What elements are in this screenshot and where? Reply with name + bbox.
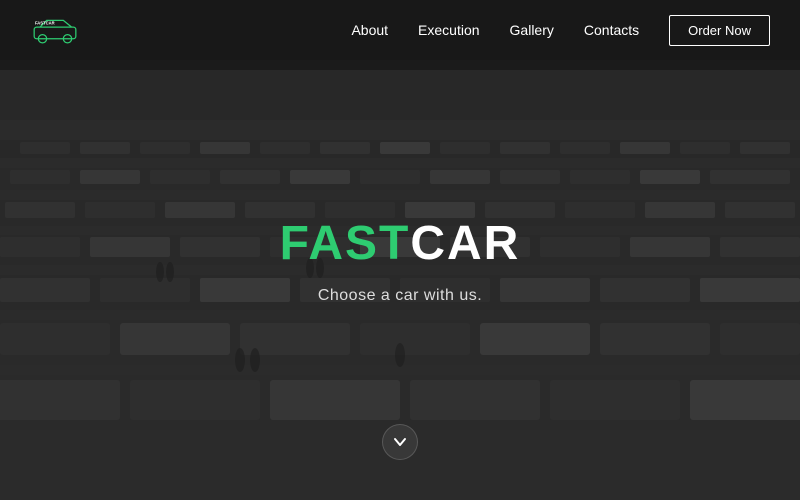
chevron-down-icon	[392, 434, 408, 450]
logo[interactable]: FASTCAR	[30, 15, 80, 45]
hero-section: FASTCAR About Execution Gallery Contacts…	[0, 0, 800, 500]
nav-gallery[interactable]: Gallery	[510, 22, 554, 38]
hero-content: FASTCAR Choose a car with us.	[280, 216, 521, 305]
hero-subtitle: Choose a car with us.	[318, 287, 482, 305]
order-now-button[interactable]: Order Now	[669, 15, 770, 46]
logo-icon: FASTCAR	[30, 15, 80, 45]
navbar: FASTCAR About Execution Gallery Contacts…	[0, 0, 800, 60]
nav-contacts[interactable]: Contacts	[584, 22, 639, 38]
scroll-down-button[interactable]	[382, 424, 418, 460]
nav-links: About Execution Gallery Contacts Order N…	[351, 15, 770, 46]
nav-execution[interactable]: Execution	[418, 22, 479, 38]
hero-title-fast: FAST	[280, 217, 411, 270]
hero-title: FASTCAR	[280, 216, 521, 271]
svg-text:FASTCAR: FASTCAR	[35, 21, 55, 26]
hero-title-car: CAR	[410, 217, 520, 270]
nav-about[interactable]: About	[351, 22, 388, 38]
